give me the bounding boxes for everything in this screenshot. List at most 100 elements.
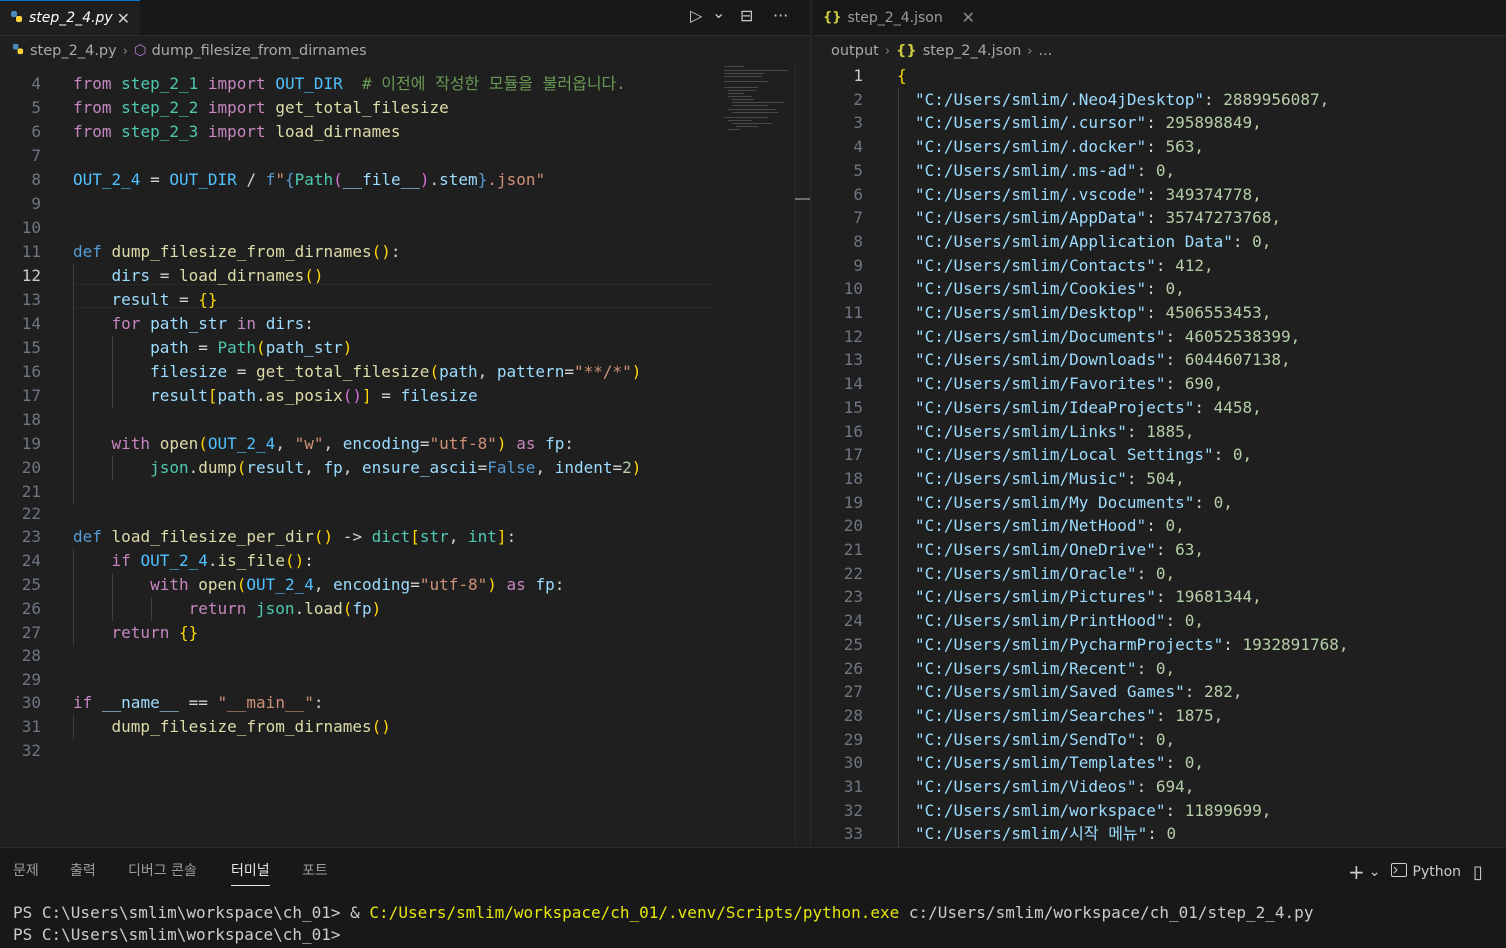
line-number: 21 — [843, 540, 863, 559]
line-number: 10 — [21, 218, 41, 237]
json-value: 349374778, — [1165, 184, 1262, 204]
line-number: 28 — [843, 705, 863, 725]
split-editor-icon[interactable]: ⊟ — [740, 6, 753, 25]
json-key: "C:/Users/smlim/.ms-ad" — [915, 160, 1137, 180]
vertical-scrollbar[interactable] — [795, 64, 811, 847]
line-number: 18 — [843, 468, 863, 488]
json-key: "C:/Users/smlim/Saved Games" — [915, 682, 1185, 702]
panel-layout-icon[interactable]: ▯ — [1473, 862, 1483, 883]
run-menu-chevron-down-icon[interactable]: ⌄ — [712, 3, 725, 22]
line-number: 32 — [843, 800, 863, 820]
json-open-brace: { — [897, 66, 907, 85]
line-number: 27 — [21, 623, 41, 642]
json-key: "C:/Users/smlim/Links" — [915, 421, 1127, 441]
line-number: 22 — [21, 504, 41, 523]
json-key: "C:/Users/smlim/Templates" — [915, 753, 1166, 773]
python-file-icon — [10, 10, 23, 27]
json-value: 0, — [1155, 563, 1176, 583]
json-value: 690, — [1184, 374, 1224, 394]
more-actions-icon[interactable]: ··· — [773, 6, 788, 25]
json-key: "C:/Users/smlim/Favorites" — [915, 374, 1166, 394]
json-key: "C:/Users/smlim/Downloads" — [915, 350, 1166, 370]
line-number: 14 — [21, 314, 41, 333]
json-key: "C:/Users/smlim/Cookies" — [915, 279, 1147, 299]
json-value: 0, — [1252, 231, 1272, 251]
breadcrumb-folder[interactable]: output — [831, 43, 879, 59]
terminal-command-exe: C:/Users/smlim/workspace/ch_01/.venv/Scr… — [369, 903, 900, 922]
tab-ports[interactable]: 포트 — [302, 860, 328, 880]
line-number: 22 — [843, 563, 863, 583]
tab-step-2-4-py[interactable]: step_2_4.py ✕ — [0, 0, 140, 35]
json-value: 0 — [1166, 824, 1177, 844]
json-key: "C:/Users/smlim/PycharmProjects" — [915, 634, 1224, 654]
json-key: "C:/Users/smlim/.cursor" — [915, 113, 1147, 133]
terminal-shell-label[interactable]: Python — [1413, 864, 1462, 880]
json-value: 35747273768, — [1165, 208, 1282, 228]
line-number: 14 — [843, 374, 863, 394]
scrollbar-cursor-marker — [795, 198, 810, 200]
line-number: 29 — [843, 729, 863, 749]
json-value: 0, — [1165, 279, 1185, 299]
json-key: "C:/Users/smlim/NetHood" — [915, 516, 1147, 536]
terminal-line: PS C:\Users\smlim\workspace\ch_01> — [13, 925, 341, 944]
minimap[interactable] — [722, 64, 792, 134]
terminal-icon — [1390, 863, 1407, 881]
breadcrumb-file[interactable]: step_2_4.json — [923, 43, 1022, 59]
tab-step-2-4-json[interactable]: {} step_2_4.json ✕ — [813, 0, 985, 35]
line-number: 28 — [21, 646, 41, 665]
line-number: 31 — [843, 777, 863, 796]
add-terminal-icon[interactable]: + — [1348, 860, 1365, 884]
breadcrumb-more[interactable]: ... — [1038, 43, 1052, 59]
tab-problems[interactable]: 문제 — [13, 860, 39, 880]
line-number: 30 — [21, 693, 41, 712]
json-value: 0, — [1155, 729, 1176, 749]
line-number: 16 — [843, 421, 863, 441]
json-value: 1875, — [1175, 705, 1224, 725]
chevron-right-icon: › — [122, 43, 128, 59]
right-tab-bar: {} step_2_4.json ✕ — [813, 0, 1506, 36]
json-key: "C:/Users/smlim/SendTo" — [915, 729, 1137, 749]
terminal-prompt: PS C:\Users\smlim\workspace\ch_01> — [13, 925, 341, 944]
chevron-down-icon[interactable]: ⌄ — [1369, 864, 1381, 880]
line-number: 20 — [21, 458, 41, 477]
line-number: 8 — [853, 231, 863, 251]
json-key: "C:/Users/smlim/.vscode" — [915, 184, 1147, 204]
line-number: 13 — [843, 350, 863, 370]
run-icon[interactable]: ▷ — [690, 6, 702, 25]
line-number: 19 — [843, 492, 863, 512]
terminal-command-arg: c:/Users/smlim/workspace/ch_01/step_2_4.… — [899, 903, 1314, 922]
line-number: 29 — [21, 670, 41, 689]
terminal-prompt: PS C:\Users\smlim\workspace\ch_01> & — [13, 903, 370, 922]
tab-debug-console[interactable]: 디버그 콘솔 — [128, 860, 197, 880]
line-number: 4 — [853, 137, 863, 157]
json-key: "C:/Users/smlim/My Documents" — [915, 492, 1195, 512]
line-number: 12 — [843, 326, 863, 346]
line-number: 17 — [21, 386, 41, 405]
line-number: 18 — [21, 410, 41, 429]
tab-output[interactable]: 출력 — [70, 860, 96, 880]
close-icon[interactable]: ✕ — [117, 9, 130, 28]
line-number: 19 — [21, 434, 41, 453]
tab-label: step_2_4.py — [29, 10, 113, 26]
json-value: 1885, — [1146, 421, 1195, 441]
line-number: 24 — [843, 611, 863, 631]
method-cube-icon: ⬡ — [133, 43, 147, 59]
tab-terminal[interactable]: 터미널 — [231, 860, 270, 886]
line-number: 2 — [853, 89, 863, 109]
breadcrumb: step_2_4.py › ⬡ dump_filesize_from_dirna… — [12, 39, 367, 63]
line-number: 17 — [843, 445, 863, 465]
close-icon[interactable]: ✕ — [962, 8, 975, 27]
json-value: 6044607138, — [1184, 350, 1291, 370]
json-key: "C:/Users/smlim/workspace" — [915, 800, 1166, 820]
json-value: 4506553453, — [1165, 303, 1272, 322]
python-editor[interactable]: 4 5 6 7 8 9 10 11 12 13 14 15 16 17 18 19 20 21 22 23 24 25 26… — [0, 72, 795, 847]
line-number: 31 — [21, 717, 41, 736]
json-editor[interactable]: 1 2 3 4 5 6 7 8 9 10 11 12 13 14 15 16 17 18 19 20 21 22 23 24 2… — [813, 64, 1506, 847]
tab-label: step_2_4.json — [847, 9, 943, 26]
breadcrumb-symbol[interactable]: dump_filesize_from_dirnames — [152, 43, 367, 59]
line-number: 26 — [843, 658, 863, 678]
breadcrumb-file[interactable]: step_2_4.py — [30, 43, 117, 59]
json-value: 1932891768, — [1242, 634, 1349, 654]
breadcrumb: output › {} step_2_4.json › ... — [831, 39, 1052, 63]
json-value: 2889956087, — [1223, 89, 1330, 109]
